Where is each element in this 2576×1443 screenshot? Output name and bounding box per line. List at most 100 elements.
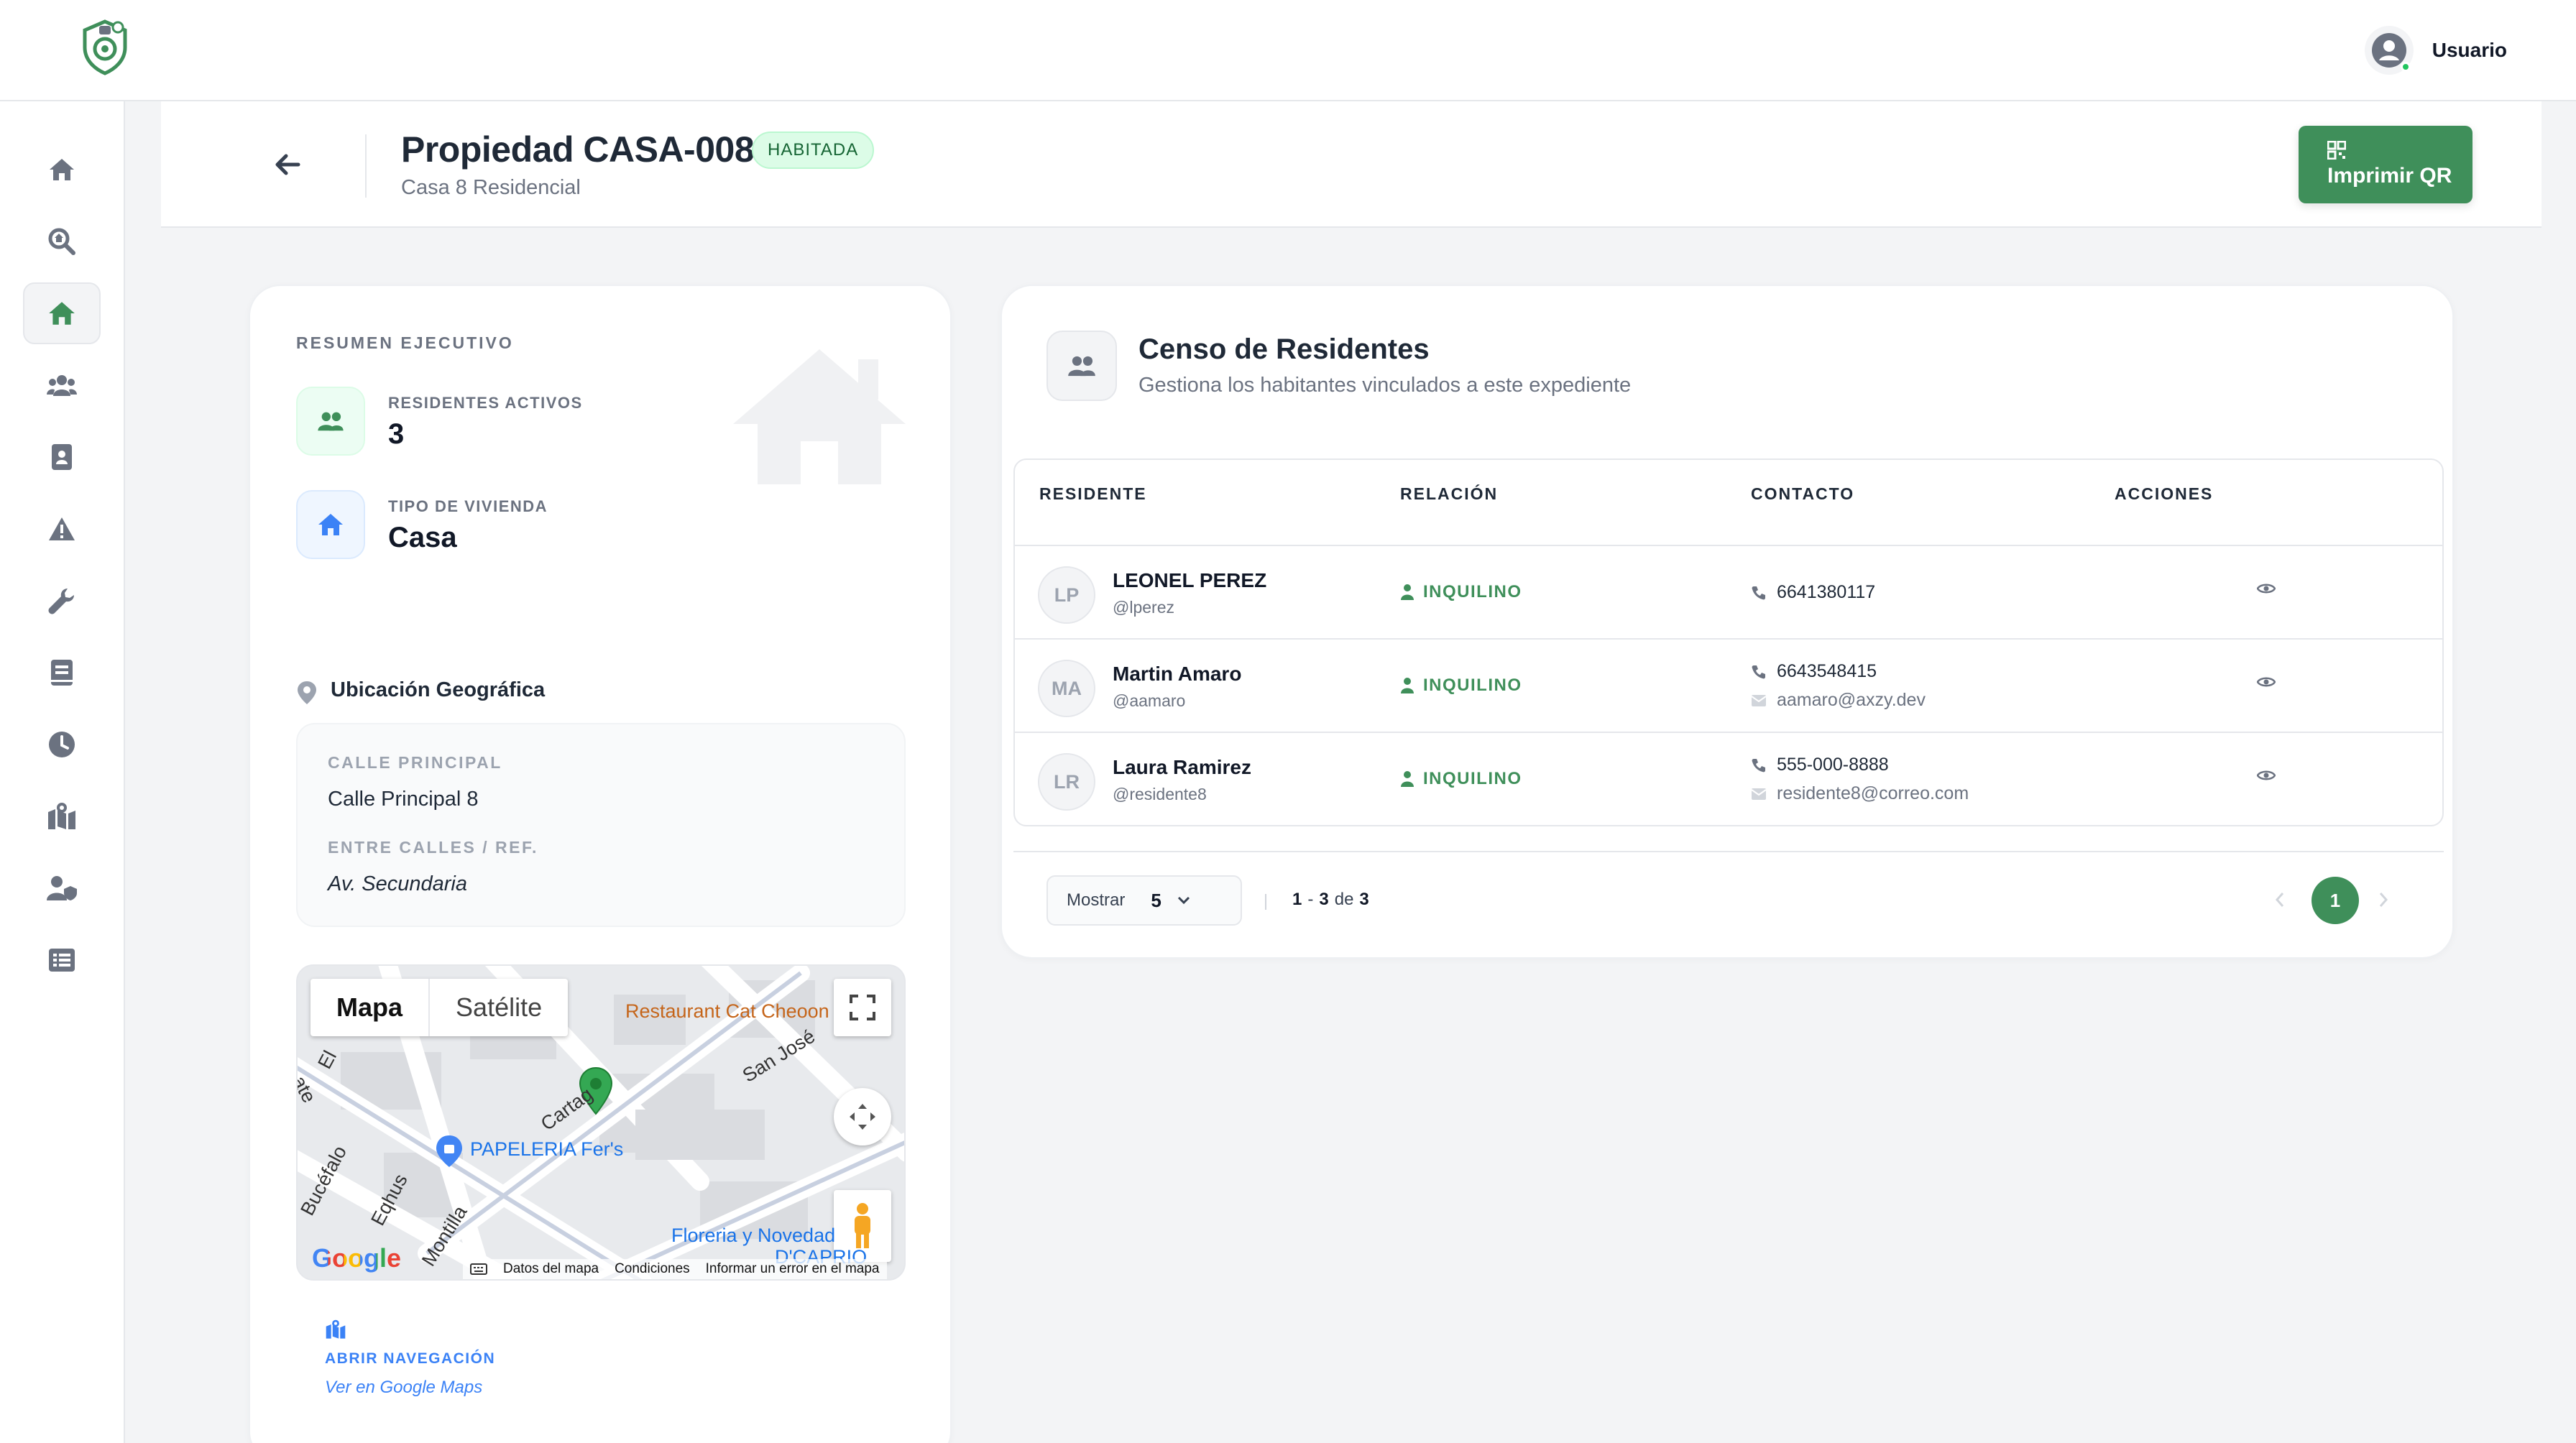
active-residents-value: 3 xyxy=(388,418,405,450)
resident-relation: INQUILINO xyxy=(1400,676,1522,696)
page-subtitle: Casa 8 Residencial xyxy=(401,176,581,199)
housing-type-icon xyxy=(296,490,365,559)
sidebar-item-history[interactable] xyxy=(23,714,101,775)
open-navigation-link[interactable]: ABRIR NAVEGACIÓN Ver en Google Maps xyxy=(325,1319,495,1398)
map-terms-link[interactable]: Condiciones xyxy=(615,1261,690,1277)
between-streets-value: Av. Secundaria xyxy=(328,872,467,895)
census-title: Censo de Residentes xyxy=(1138,333,1430,365)
view-resident-button[interactable] xyxy=(2256,676,2276,692)
resident-phone: 6643548415 xyxy=(1751,661,1877,682)
users-icon xyxy=(318,412,344,431)
phone-icon xyxy=(1752,586,1765,599)
census-icon xyxy=(1046,331,1117,401)
sidebar-item-reports[interactable] xyxy=(23,929,101,991)
range-from: 1 xyxy=(1292,890,1302,909)
column-header-resident: RESIDENTE xyxy=(1039,484,1147,503)
google-logo: Google xyxy=(312,1243,401,1273)
view-resident-button[interactable] xyxy=(2256,769,2276,785)
map-tab-satellite[interactable]: Satélite xyxy=(430,979,568,1036)
map-camera-control[interactable] xyxy=(834,1088,891,1145)
resident-username: @aamaro xyxy=(1113,691,1186,710)
user-icon xyxy=(1401,584,1414,600)
resident-name: LEONEL PEREZ xyxy=(1113,569,1267,591)
page-button-current[interactable]: 1 xyxy=(2312,877,2359,924)
online-status-dot xyxy=(2400,62,2411,72)
sidebar-item-alerts[interactable] xyxy=(23,498,101,560)
wrench-icon xyxy=(48,589,74,614)
pager-divider xyxy=(1013,851,2444,852)
sidebar-item-directory[interactable] xyxy=(23,426,101,488)
sidebar-item-home[interactable] xyxy=(23,139,101,200)
relation-label: INQUILINO xyxy=(1423,582,1522,601)
app-logo-icon[interactable] xyxy=(80,19,129,76)
user-avatar-icon[interactable] xyxy=(2364,26,2414,75)
print-qr-label: Imprimir QR xyxy=(2327,164,2452,188)
resident-initials-avatar: LR xyxy=(1038,753,1095,811)
view-resident-button[interactable] xyxy=(2256,582,2276,599)
sidebar-item-properties[interactable] xyxy=(23,282,101,344)
users-icon xyxy=(1068,356,1095,377)
resident-initials-avatar: MA xyxy=(1038,660,1095,717)
house-watermark-icon xyxy=(733,349,906,484)
user-menu[interactable]: Usuario xyxy=(2364,26,2507,75)
map-location-icon xyxy=(48,803,75,829)
eye-icon xyxy=(2256,584,2276,594)
range-total: 3 xyxy=(1359,890,1369,909)
pager-range: 1 - 3 de 3 xyxy=(1292,890,1369,910)
arrow-left-icon xyxy=(275,154,300,175)
census-card: Censo de Residentes Gestiona los habitan… xyxy=(1000,285,2454,959)
chevron-down-icon xyxy=(1177,896,1190,905)
print-qr-button[interactable]: Imprimir QR xyxy=(2299,126,2472,203)
sidebar-item-map[interactable] xyxy=(23,785,101,847)
page-size-select[interactable]: Mostrar 5 xyxy=(1046,875,1242,926)
chevron-right-icon xyxy=(2379,893,2388,907)
list-icon xyxy=(49,949,75,972)
users-icon xyxy=(47,375,77,396)
resident-name: Laura Ramirez xyxy=(1113,756,1251,778)
resident-email: residente8@correo.com xyxy=(1751,783,1969,804)
map-report-link[interactable]: Informar un error en el mapa xyxy=(706,1261,880,1277)
sidebar-item-search[interactable] xyxy=(23,211,101,272)
map-data-link[interactable]: Datos del mapa xyxy=(503,1261,599,1277)
phone-number: 6643548415 xyxy=(1777,661,1877,681)
resident-initials-avatar: LP xyxy=(1038,566,1095,624)
resident-relation: INQUILINO xyxy=(1400,769,1522,789)
previous-page-button[interactable] xyxy=(2274,891,2286,912)
eye-icon xyxy=(2256,770,2276,780)
page-size-label: Mostrar xyxy=(1067,890,1126,910)
map-location-icon xyxy=(326,1319,346,1339)
pager-separator xyxy=(1265,894,1266,910)
map-label-floreria: Floreria y Novedad xyxy=(671,1225,836,1246)
relation-label: INQUILINO xyxy=(1423,769,1522,788)
phone-number: 555-000-8888 xyxy=(1777,755,1889,775)
active-residents-icon xyxy=(296,387,365,456)
resident-phone: 555-000-8888 xyxy=(1751,755,1889,775)
keyboard-icon xyxy=(470,1263,487,1275)
header-divider xyxy=(365,134,367,198)
google-maps-link[interactable]: Ver en Google Maps xyxy=(325,1378,495,1398)
street-label: CALLE PRINCIPAL xyxy=(328,753,502,772)
map-footer: Datos del mapa Condiciones Informar un e… xyxy=(463,1259,887,1279)
map-type-toggle[interactable]: Mapa Satélite xyxy=(310,979,569,1036)
location-map[interactable]: Mapa Satélite Restaurant Cat Cheoon PAPE… xyxy=(296,964,906,1281)
map-fullscreen-button[interactable] xyxy=(834,979,891,1036)
status-badge: HABITADA xyxy=(752,132,875,169)
table-row: MA Martin Amaro @aamaro INQUILINO 664354… xyxy=(1015,638,2442,732)
next-page-button[interactable] xyxy=(2378,891,2389,912)
street-value: Calle Principal 8 xyxy=(328,788,479,811)
table-row: LP LEONEL PEREZ @lperez INQUILINO 664138… xyxy=(1015,545,2442,638)
map-tab-map[interactable]: Mapa xyxy=(310,979,431,1036)
contact-book-icon xyxy=(52,444,72,470)
resident-relation: INQUILINO xyxy=(1400,582,1522,602)
sidebar-item-logbook[interactable] xyxy=(23,642,101,704)
eye-icon xyxy=(2256,677,2276,687)
user-name: Usuario xyxy=(2432,39,2507,61)
sidebar-item-residents[interactable] xyxy=(23,354,101,416)
sidebar-item-user-security[interactable] xyxy=(23,857,101,919)
pan-arrows-icon xyxy=(850,1104,875,1130)
sidebar-item-maintenance[interactable] xyxy=(23,570,101,632)
relation-label: INQUILINO xyxy=(1423,676,1522,695)
column-header-relation: RELACIÓN xyxy=(1400,484,1499,503)
back-button[interactable] xyxy=(269,146,306,183)
resident-email: aamaro@axzy.dev xyxy=(1751,690,1926,711)
